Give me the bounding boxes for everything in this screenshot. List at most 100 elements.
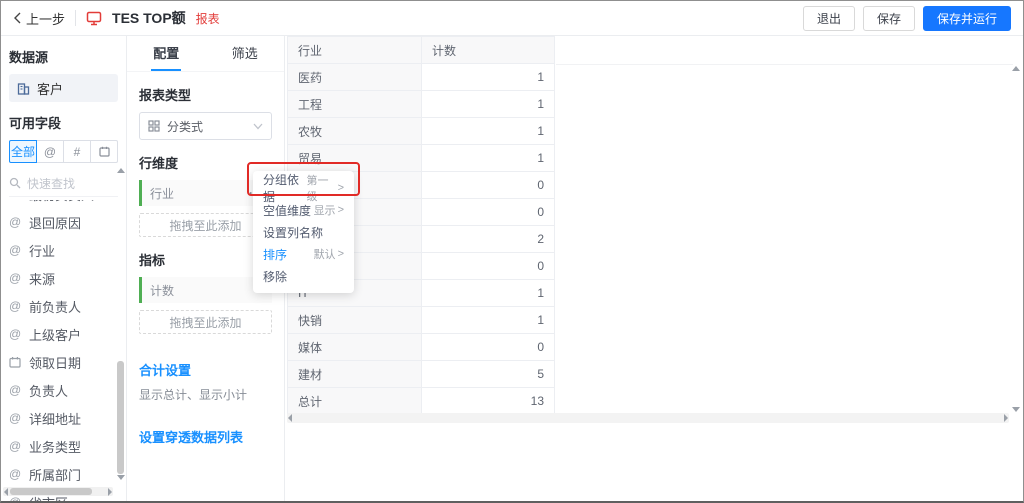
field-list-item[interactable]: @ 最初负责人 [9, 200, 118, 208]
row-value-cell: 1 [421, 117, 555, 145]
field-list-item[interactable]: @ 领取日期 [9, 348, 118, 376]
scroll-down-icon[interactable] [1012, 407, 1020, 412]
filter-tab-all[interactable]: 全部 [9, 140, 37, 163]
topbar-left: 上一步 TES TOP额 报表 [13, 8, 220, 28]
table-row[interactable]: 快销 1 [287, 306, 555, 334]
table-row[interactable]: 农牧 1 [287, 117, 555, 145]
save-and-run-button[interactable]: 保存并运行 [922, 5, 1011, 31]
fields-list: @ 最初负责人 @ 退回原因 @ 行业 @ 来源 @ 前负责人 @ 上级客户 [9, 200, 118, 501]
at-icon: @ [9, 327, 22, 341]
row-label-cell: 媒体 [287, 333, 422, 361]
report-type-tag: 报表 [195, 11, 220, 26]
submenu-arrow-icon: > [337, 182, 344, 194]
table-row[interactable]: 建材 5 [287, 360, 555, 388]
calendar-icon [98, 146, 110, 157]
row-label-cell: 医药 [287, 63, 422, 91]
drill-data-link[interactable]: 设置穿透数据列表 [139, 427, 272, 446]
menu-item-hint: 显示 > [313, 204, 344, 217]
scroll-left-icon[interactable] [4, 488, 8, 496]
row-value-cell: 1 [421, 306, 555, 334]
scroll-right-icon[interactable] [108, 488, 112, 496]
total-settings-desc: 显示总计、显示小计 [139, 388, 248, 402]
building-icon [17, 82, 30, 95]
app-window: 上一步 TES TOP额 报表 退出 保存 保存并运行 数据源 客户 可用字段 … [0, 0, 1024, 503]
column-header-industry[interactable]: 行业 [287, 36, 422, 64]
row-value-cell: 1 [421, 279, 555, 307]
row-label-cell: 贸易 [287, 144, 422, 172]
back-button[interactable]: 上一步 [13, 9, 65, 28]
row-value-cell: 1 [421, 90, 555, 118]
row-value-cell: 0 [421, 333, 555, 361]
table-row[interactable]: 媒体 0 [287, 333, 555, 361]
row-value-cell: 2 [421, 225, 555, 253]
table-row[interactable]: 医药 1 [287, 63, 555, 91]
preview-canvas: 行业 计数 医药 1 工程 1 农牧 1 贸易 1 0 0 2 0 IT 1 快… [285, 36, 1023, 501]
context-menu-item[interactable]: 排序 默认 > [253, 243, 354, 265]
scroll-down-icon[interactable] [117, 475, 125, 480]
metric-drop-zone[interactable]: 拖拽至此添加 [139, 310, 272, 334]
scrollbar-thumb[interactable] [10, 488, 92, 495]
sidebar: 数据源 客户 可用字段 全部 @ # 快速查找 @ 退回原因 @ 行业 @ 来源… [1, 36, 127, 501]
config-tabs: 配置 筛选 [127, 36, 284, 72]
at-icon: @ [9, 299, 22, 313]
report-type-label: 报表类型 [139, 88, 192, 103]
field-list-item[interactable]: @ 退回原因 [9, 208, 118, 236]
filter-tab-number[interactable]: # [63, 140, 91, 163]
exit-button[interactable]: 退出 [802, 5, 855, 31]
at-icon: @ [9, 243, 22, 257]
at-icon: @ [9, 271, 22, 285]
scrollbar-thumb[interactable] [117, 361, 124, 474]
table-row[interactable]: 工程 1 [287, 90, 555, 118]
row-value-cell: 1 [421, 63, 555, 91]
tab-config[interactable]: 配置 [127, 36, 206, 71]
tab-filter[interactable]: 筛选 [206, 36, 285, 71]
at-icon: @ [9, 467, 22, 481]
total-settings-link[interactable]: 合计设置 [139, 360, 272, 379]
main-area: 数据源 客户 可用字段 全部 @ # 快速查找 @ 退回原因 @ 行业 @ 来源… [1, 36, 1023, 501]
submenu-arrow-icon: > [337, 204, 344, 216]
sidebar-horizontal-scrollbar[interactable] [3, 487, 113, 496]
at-icon: @ [9, 215, 22, 229]
field-list-item[interactable]: @ 所属部门 [9, 460, 118, 488]
sidebar-vertical-scrollbar[interactable] [115, 168, 126, 480]
scroll-right-icon[interactable] [1004, 414, 1008, 422]
field-list-item[interactable]: @ 详细地址 [9, 404, 118, 432]
calendar-icon [9, 356, 21, 368]
row-value-cell: 1 [421, 144, 555, 172]
filter-tab-text[interactable]: @ [36, 140, 64, 163]
topbar: 上一步 TES TOP额 报表 退出 保存 保存并运行 [1, 1, 1023, 36]
field-list-item[interactable]: @ 上级客户 [9, 320, 118, 348]
context-menu-item[interactable]: 设置列名称 > [253, 221, 354, 243]
save-button[interactable]: 保存 [862, 5, 915, 31]
dimension-context-menu: 分组依据 第一级> 空值维度 显示> 设置列名称 > 排序 默认> 移除 > [253, 171, 354, 293]
fields-label: 可用字段 [9, 116, 62, 131]
field-list-item[interactable]: @ 业务类型 [9, 432, 118, 460]
field-label: 退回原因 [29, 215, 82, 231]
row-label-cell: 工程 [287, 90, 422, 118]
field-list-item[interactable]: @ 负责人 [9, 376, 118, 404]
context-menu-item[interactable]: 分组依据 第一级 > [253, 173, 354, 204]
menu-item-label: 排序 [263, 247, 288, 262]
field-list-item[interactable]: @ 来源 [9, 264, 118, 292]
field-search-input[interactable]: 快速查找 [9, 170, 118, 197]
canvas-vertical-scrollbar[interactable] [1010, 66, 1021, 412]
scroll-left-icon[interactable] [288, 414, 292, 422]
table-row[interactable]: 贸易 1 [287, 144, 555, 172]
report-type-select[interactable]: 分类式 [139, 112, 272, 140]
field-list-item[interactable]: @ 行业 [9, 236, 118, 264]
dimension-item-label: 行业 [150, 186, 175, 201]
scroll-up-icon[interactable] [117, 168, 125, 173]
canvas-horizontal-scrollbar[interactable] [287, 413, 1009, 423]
datasource-item-label: 客户 [37, 81, 64, 97]
row-label-cell: 农牧 [287, 117, 422, 145]
filter-tab-date[interactable] [90, 140, 118, 163]
scroll-up-icon[interactable] [1012, 66, 1020, 71]
menu-item-label: 分组依据 [263, 173, 300, 204]
table-row[interactable]: 总计 13 [287, 387, 555, 415]
field-list-item[interactable]: @ 前负责人 [9, 292, 118, 320]
context-menu-item[interactable]: 空值维度 显示 > [253, 199, 354, 221]
header-extension-line [556, 64, 1013, 65]
datasource-item-customer[interactable]: 客户 [9, 74, 118, 102]
column-header-count[interactable]: 计数 [421, 36, 555, 64]
context-menu-item[interactable]: 移除 > [253, 265, 354, 287]
